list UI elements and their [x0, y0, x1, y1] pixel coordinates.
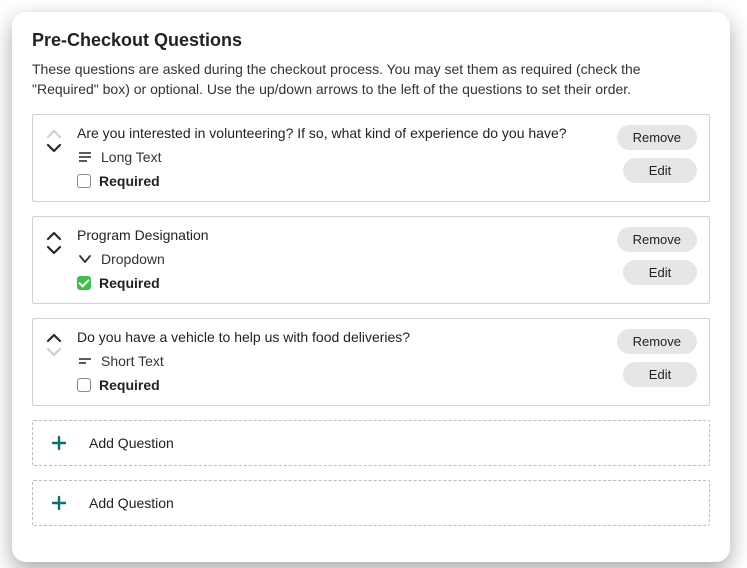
add-question-label: Add Question: [89, 495, 174, 511]
plus-icon: [51, 435, 67, 451]
required-label: Required: [99, 377, 160, 393]
required-row: Required: [77, 275, 605, 291]
question-type: Long Text: [77, 149, 605, 165]
remove-button[interactable]: Remove: [617, 329, 697, 354]
pre-checkout-panel: Pre-Checkout Questions These questions a…: [12, 12, 730, 562]
move-down-button[interactable]: [43, 243, 65, 257]
question-type: Dropdown: [77, 251, 605, 267]
remove-button[interactable]: Remove: [617, 227, 697, 252]
required-checkbox[interactable]: [77, 378, 91, 392]
move-down-button[interactable]: [43, 141, 65, 155]
dropdown-icon: [77, 251, 93, 267]
add-question-button[interactable]: Add Question: [32, 480, 710, 526]
edit-button[interactable]: Edit: [623, 158, 697, 183]
question-type-label: Dropdown: [101, 251, 165, 267]
question-list: Are you interested in volunteering? If s…: [32, 114, 710, 406]
edit-button[interactable]: Edit: [623, 260, 697, 285]
move-up-button[interactable]: [43, 229, 65, 243]
question-body: Program Designation Dropdown Required: [77, 227, 605, 291]
question-actions: Remove Edit: [617, 125, 697, 183]
required-row: Required: [77, 173, 605, 189]
plus-icon: [51, 495, 67, 511]
short-text-icon: [77, 353, 93, 369]
question-text: Are you interested in volunteering? If s…: [77, 125, 605, 141]
move-up-button[interactable]: [43, 331, 65, 345]
reorder-control: [43, 127, 65, 155]
question-row: Program Designation Dropdown Required Remov…: [32, 216, 710, 304]
required-row: Required: [77, 377, 605, 393]
add-question-button[interactable]: Add Question: [32, 420, 710, 466]
question-body: Do you have a vehicle to help us with fo…: [77, 329, 605, 393]
reorder-control: [43, 229, 65, 257]
question-type-label: Short Text: [101, 353, 164, 369]
required-checkbox[interactable]: [77, 174, 91, 188]
page-title: Pre-Checkout Questions: [32, 30, 710, 51]
edit-button[interactable]: Edit: [623, 362, 697, 387]
question-actions: Remove Edit: [617, 329, 697, 387]
question-text: Do you have a vehicle to help us with fo…: [77, 329, 605, 345]
reorder-control: [43, 331, 65, 359]
required-checkbox[interactable]: [77, 276, 91, 290]
move-down-button: [43, 345, 65, 359]
add-question-label: Add Question: [89, 435, 174, 451]
question-body: Are you interested in volunteering? If s…: [77, 125, 605, 189]
question-type: Short Text: [77, 353, 605, 369]
question-row: Are you interested in volunteering? If s…: [32, 114, 710, 202]
remove-button[interactable]: Remove: [617, 125, 697, 150]
page-subtitle: These questions are asked during the che…: [32, 59, 710, 100]
move-up-button: [43, 127, 65, 141]
question-row: Do you have a vehicle to help us with fo…: [32, 318, 710, 406]
question-text: Program Designation: [77, 227, 605, 243]
required-label: Required: [99, 275, 160, 291]
add-question-list: Add Question Add Question: [32, 420, 710, 526]
question-type-label: Long Text: [101, 149, 161, 165]
question-actions: Remove Edit: [617, 227, 697, 285]
long-text-icon: [77, 149, 93, 165]
required-label: Required: [99, 173, 160, 189]
